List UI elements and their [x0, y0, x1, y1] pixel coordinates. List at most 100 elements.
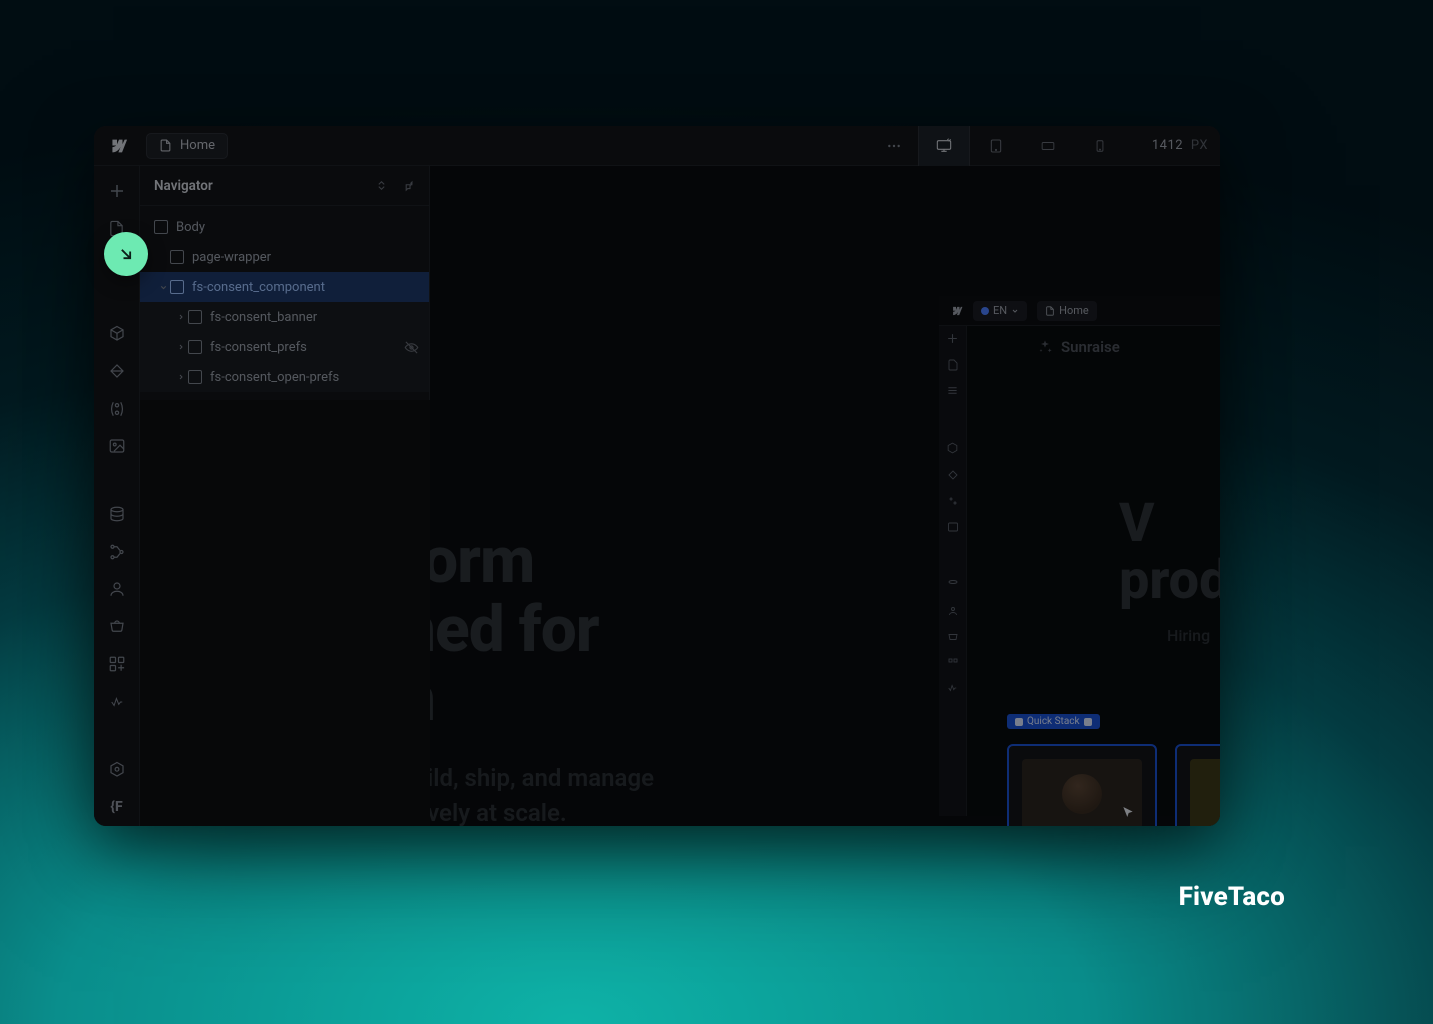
add-element-button[interactable] — [94, 172, 140, 210]
ecommerce-icon[interactable] — [947, 631, 959, 643]
mini-brand-name: Sunraise — [1061, 338, 1120, 356]
tree-children: fs-consent_banner fs-consent_prefs — [140, 302, 429, 392]
tree-node-fs-consent-banner[interactable]: fs-consent_banner — [140, 302, 429, 332]
pages-icon[interactable] — [947, 359, 959, 371]
tutorial-pointer-badge — [104, 232, 148, 276]
mini-card-image — [1190, 759, 1220, 826]
container-icon — [154, 220, 168, 234]
apps-icon[interactable] — [947, 657, 959, 669]
assets-button[interactable] — [94, 428, 140, 466]
locale-selector[interactable]: EN — [973, 301, 1027, 321]
hero-sub-1: ouild, ship, and manage — [430, 764, 654, 792]
plus-icon[interactable] — [946, 332, 959, 345]
hero-line-3: h — [430, 661, 435, 736]
users-button[interactable] — [94, 571, 140, 609]
container-icon — [170, 250, 184, 264]
page-icon — [159, 139, 172, 152]
variables-icon[interactable] — [947, 495, 959, 507]
container-icon — [170, 280, 184, 294]
plus-icon — [108, 182, 126, 200]
locale-label: EN — [993, 304, 1007, 317]
variables-button[interactable] — [94, 390, 140, 428]
components-icon — [108, 325, 126, 343]
variables-icon — [108, 400, 126, 418]
top-bar: Home 1412 PX — [94, 126, 1220, 166]
tree-node-fs-consent-open-prefs[interactable]: fs-consent_open-prefs — [140, 362, 429, 392]
styles-button[interactable] — [94, 353, 140, 391]
mini-canvas[interactable]: Sunraise V prod Hiring Quick Stack — [967, 326, 1220, 816]
chevron-right-icon[interactable] — [174, 313, 188, 321]
chevron-right-icon[interactable] — [174, 373, 188, 381]
page-label: Home — [180, 138, 215, 153]
logic-button[interactable] — [94, 533, 140, 571]
navigator-title: Navigator — [154, 178, 213, 194]
logic-icon — [108, 543, 126, 561]
tree-node-page-wrapper[interactable]: page-wrapper — [140, 242, 429, 272]
container-icon — [188, 310, 202, 324]
cursor-icon — [1120, 805, 1136, 821]
assets-icon[interactable] — [947, 521, 959, 533]
node-label: fs-consent_open-prefs — [210, 370, 339, 385]
cms-icon[interactable] — [947, 579, 959, 591]
settings-button[interactable] — [94, 751, 140, 789]
breakpoint-tablet[interactable] — [970, 126, 1022, 166]
more-options-button[interactable] — [874, 126, 914, 166]
users-icon[interactable] — [947, 605, 959, 617]
page-icon — [1045, 306, 1055, 316]
viewport-size-display[interactable]: 1412 PX — [1152, 138, 1208, 153]
mini-card-image — [1022, 759, 1142, 826]
arrow-down-right-icon — [116, 244, 136, 264]
hero-line-2: ned for — [430, 592, 599, 667]
mini-top-bar: EN Home — [939, 296, 1220, 326]
components-button[interactable] — [94, 315, 140, 353]
breakpoint-tablet-landscape[interactable] — [1022, 126, 1074, 166]
ecommerce-button[interactable] — [94, 608, 140, 646]
sparkle-icon — [1037, 339, 1053, 355]
chevron-right-icon[interactable] — [174, 343, 188, 351]
webflow-logo-icon[interactable] — [949, 304, 963, 318]
ecommerce-icon — [108, 618, 126, 636]
designer-window: Home 1412 PX — [94, 126, 1220, 826]
pin-panel-button[interactable] — [402, 179, 415, 192]
webflow-logo-icon[interactable] — [94, 126, 140, 166]
audit-button[interactable] — [94, 683, 140, 721]
quick-stack-label: Quick Stack — [1027, 716, 1080, 727]
quick-stack-badge[interactable]: Quick Stack — [1007, 714, 1100, 729]
viewport-unit: PX — [1191, 138, 1208, 153]
apps-button[interactable] — [94, 646, 140, 684]
hero-line-1: form — [430, 523, 534, 598]
tree-node-fs-consent-component[interactable]: fs-consent_component — [140, 272, 429, 302]
styles-icon[interactable] — [947, 469, 959, 481]
hero-sub-2: atively at scale. — [430, 799, 567, 826]
components-icon[interactable] — [946, 442, 959, 455]
tree-node-body[interactable]: Body — [140, 212, 429, 242]
finsweet-button[interactable]: {F — [94, 789, 140, 826]
pin-icon — [402, 179, 415, 192]
tree-node-fs-consent-prefs[interactable]: fs-consent_prefs — [140, 332, 429, 362]
mini-site-brand: Sunraise — [1037, 338, 1120, 356]
tablet-landscape-icon — [1038, 139, 1058, 153]
styles-icon — [108, 362, 126, 380]
navigator-tree: Body page-wrapper fs-consent_component — [140, 206, 429, 400]
mini-card[interactable] — [1175, 744, 1220, 826]
chevron-down-icon — [1011, 307, 1019, 315]
mini-card[interactable] — [1007, 744, 1157, 826]
breakpoint-phone[interactable] — [1074, 126, 1126, 166]
eye-off-icon — [404, 340, 419, 355]
node-label: fs-consent_prefs — [210, 340, 307, 355]
page-selector[interactable]: Home — [146, 133, 228, 159]
users-icon — [108, 580, 126, 598]
audit-icon[interactable] — [946, 683, 959, 693]
secondary-designer-window: EN Home — [939, 296, 1220, 816]
chevron-down-icon[interactable] — [156, 283, 170, 292]
collapse-panel-button[interactable] — [375, 179, 388, 192]
navigator-icon[interactable] — [946, 385, 959, 396]
node-label: page-wrapper — [192, 250, 271, 265]
brand-watermark: FiveTaco — [1179, 882, 1285, 912]
breakpoint-desktop[interactable] — [918, 126, 970, 166]
cms-button[interactable] — [94, 495, 140, 533]
mini-page-selector[interactable]: Home — [1037, 301, 1097, 321]
dots-horizontal-icon — [886, 138, 902, 154]
visibility-hidden-icon[interactable] — [404, 340, 419, 355]
assets-icon — [108, 437, 126, 455]
